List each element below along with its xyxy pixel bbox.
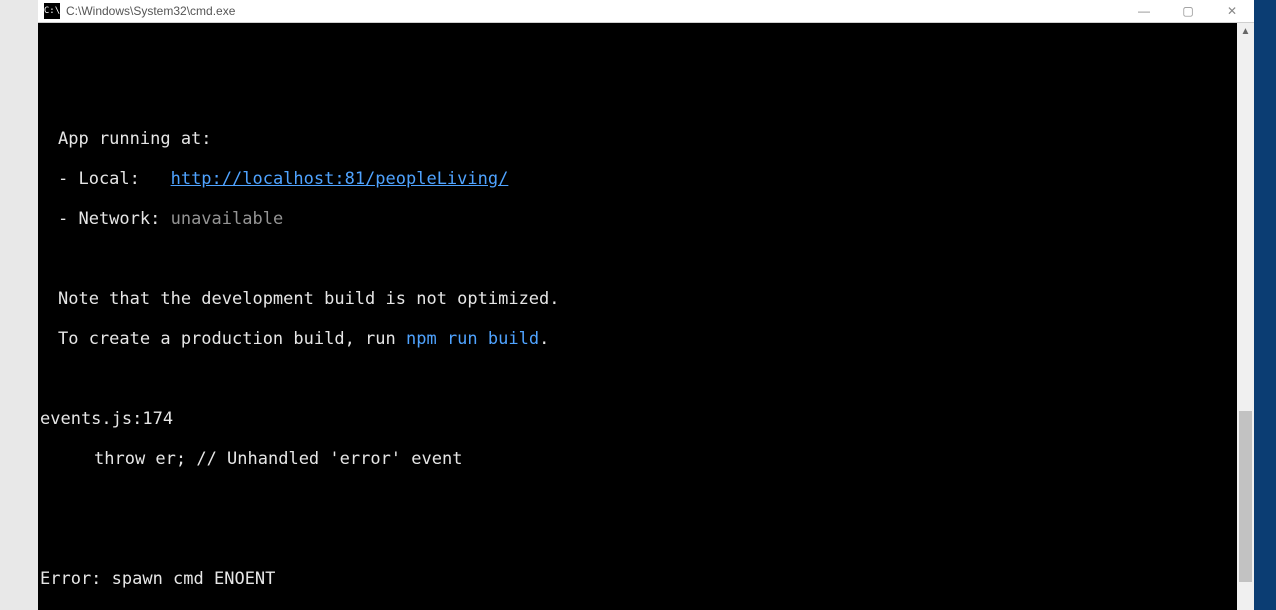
window-title: C:\Windows\System32\cmd.exe [66, 4, 235, 18]
terminal-line [40, 89, 1235, 109]
terminal-line: To create a production build, run npm ru… [40, 329, 1235, 349]
scrollbar-track[interactable] [1237, 40, 1254, 610]
terminal-line [40, 489, 1235, 509]
desktop-bg-right [1254, 0, 1276, 610]
terminal-line: - Local: http://localhost:81/peopleLivin… [40, 169, 1235, 189]
terminal-line [40, 49, 1235, 69]
titlebar[interactable]: C:\ C:\Windows\System32\cmd.exe — ▢ ✕ [38, 0, 1254, 23]
terminal-output[interactable]: App running at: - Local: http://localhos… [38, 23, 1237, 610]
cmd-window: C:\ C:\Windows\System32\cmd.exe — ▢ ✕ Ap… [38, 0, 1254, 610]
terminal-line: Note that the development build is not o… [40, 289, 1235, 309]
local-url-link[interactable]: http://localhost:81/peopleLiving/ [171, 169, 509, 189]
terminal-line: App running at: [40, 129, 1235, 149]
terminal-line: - Network: unavailable [40, 209, 1235, 229]
desktop-bg-left [0, 0, 38, 610]
scroll-up-arrow-icon[interactable]: ▲ [1237, 23, 1254, 40]
terminal-line: events.js:174 [40, 409, 1235, 429]
scrollbar-thumb[interactable] [1239, 411, 1252, 582]
terminal-line: throw er; // Unhandled 'error' event [40, 449, 1235, 469]
terminal-line: Error: spawn cmd ENOENT [40, 569, 1235, 589]
maximize-button[interactable]: ▢ [1166, 0, 1210, 22]
vertical-scrollbar[interactable]: ▲ [1237, 23, 1254, 610]
close-button[interactable]: ✕ [1210, 0, 1254, 22]
minimize-button[interactable]: — [1122, 0, 1166, 22]
app-icon: C:\ [44, 3, 60, 19]
terminal-line [40, 249, 1235, 269]
terminal-line [40, 529, 1235, 549]
terminal-line [40, 369, 1235, 389]
